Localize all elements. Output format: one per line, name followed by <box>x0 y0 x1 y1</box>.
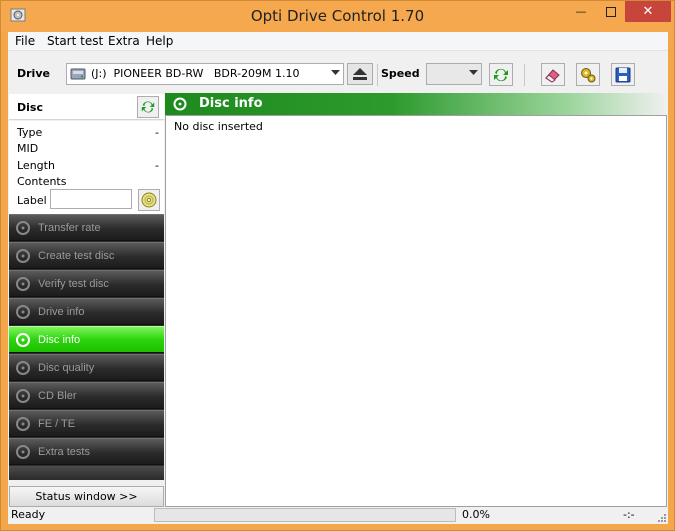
nav-label: Drive info <box>38 305 85 318</box>
settings-gears-icon <box>581 67 596 82</box>
prop-value: - <box>155 126 159 139</box>
disc-test-icon <box>16 416 30 431</box>
prop-type: Type - <box>17 126 159 139</box>
nav-transfer-rate[interactable]: Transfer rate <box>9 214 164 241</box>
prop-value: - <box>155 159 159 172</box>
cd-icon <box>141 192 157 208</box>
nav-list-footer <box>9 466 164 480</box>
content-title: Disc info <box>199 96 263 111</box>
eject-icon <box>353 68 367 80</box>
eraser-icon <box>545 68 560 83</box>
nav-label: FE / TE <box>38 417 76 430</box>
status-window-button[interactable]: Status window >> <box>9 486 164 507</box>
disc-label-button[interactable] <box>138 189 160 211</box>
minimize-icon: — <box>575 5 587 18</box>
client-area: File Start test Extra Help Drive (J:) PI… <box>8 32 668 524</box>
menu-file[interactable]: File <box>15 34 35 48</box>
drive-select-value: (J:) PIONEER BD-RW BDR-209M 1.10 <box>91 67 300 80</box>
disc-panel-title: Disc <box>17 101 43 114</box>
disc-test-icon <box>16 276 30 291</box>
toolbar-separator <box>377 64 378 86</box>
no-disc-message: No disc inserted <box>174 120 263 133</box>
disc-test-icon <box>16 304 30 319</box>
disc-test-icon <box>16 444 30 459</box>
test-nav-list: Transfer rate Create test disc Verify te… <box>9 214 164 480</box>
menu-bar: File Start test Extra Help <box>8 32 668 51</box>
nav-label: Create test disc <box>38 249 115 262</box>
close-button[interactable]: ✕ <box>625 1 671 22</box>
speed-select[interactable] <box>426 63 482 85</box>
disc-test-icon <box>16 360 30 375</box>
prop-label: MID <box>17 142 39 155</box>
nav-disc-info[interactable]: Disc info <box>9 326 164 353</box>
status-text: Ready <box>11 508 46 521</box>
maximize-icon <box>606 6 616 17</box>
menu-extra[interactable]: Extra <box>108 34 140 48</box>
speed-refresh-button[interactable] <box>489 63 513 86</box>
toolbar: Drive (J:) PIONEER BD-RW BDR-209M 1.10 S… <box>8 52 668 92</box>
chevron-down-icon <box>331 70 340 75</box>
menu-start-test[interactable]: Start test <box>47 34 103 48</box>
nav-label: Transfer rate <box>38 221 101 234</box>
eject-button[interactable] <box>347 63 373 85</box>
drive-select[interactable]: (J:) PIONEER BD-RW BDR-209M 1.10 <box>66 63 344 85</box>
save-button[interactable] <box>611 63 635 86</box>
toolbar-separator <box>524 64 525 86</box>
nav-drive-info[interactable]: Drive info <box>9 298 164 325</box>
nav-create-test-disc[interactable]: Create test disc <box>9 242 164 269</box>
nav-label: Disc info <box>38 333 81 346</box>
progress-bar <box>154 508 456 522</box>
nav-label: CD Bler <box>38 389 77 402</box>
prop-label: Type <box>17 126 43 139</box>
elapsed-time: -:- <box>623 508 635 521</box>
disc-test-icon <box>16 388 30 403</box>
drive-icon <box>70 68 86 80</box>
settings-button[interactable] <box>576 63 600 86</box>
resize-grip-icon[interactable] <box>657 513 667 523</box>
refresh-arrows-icon <box>141 101 155 113</box>
content-panel: Disc info No disc inserted <box>165 93 667 507</box>
chevron-down-icon <box>469 70 478 75</box>
disc-info-output: No disc inserted <box>165 115 667 507</box>
nav-extra-tests[interactable]: Extra tests <box>9 438 164 465</box>
nav-cd-bler[interactable]: CD Bler <box>9 382 164 409</box>
nav-verify-test-disc[interactable]: Verify test disc <box>9 270 164 297</box>
refresh-arrows-icon <box>494 68 508 81</box>
disc-test-icon <box>16 248 30 263</box>
disc-properties: Type - MID Length - Contents Label <box>9 121 164 214</box>
menu-help[interactable]: Help <box>146 34 173 48</box>
progress-text: 0.0% <box>462 508 490 521</box>
drive-label: Drive <box>17 67 50 80</box>
app-window: Opti Drive Control 1.70 — ✕ File Start t… <box>0 0 675 531</box>
sidebar: Disc Type - MID Length - Contents Label … <box>8 92 165 507</box>
erase-button[interactable] <box>541 63 565 86</box>
nav-disc-quality[interactable]: Disc quality <box>9 354 164 381</box>
disc-panel-header: Disc <box>9 94 164 120</box>
maximize-button[interactable] <box>596 1 626 22</box>
content-header: Disc info <box>165 93 667 115</box>
nav-label: Extra tests <box>38 445 90 458</box>
speed-label: Speed <box>381 67 420 80</box>
close-icon: ✕ <box>642 4 654 19</box>
minimize-button[interactable]: — <box>566 1 596 22</box>
prop-contents: Contents <box>17 175 159 188</box>
prop-length: Length - <box>17 159 159 172</box>
status-bar: Ready 0.0% -:- <box>8 506 668 524</box>
nav-label: Disc quality <box>38 361 95 374</box>
prop-label: Length <box>17 159 55 172</box>
disc-info-icon <box>173 97 187 111</box>
title-bar[interactable]: Opti Drive Control 1.70 — ✕ <box>1 1 674 32</box>
disc-refresh-button[interactable] <box>137 96 159 118</box>
nav-label: Verify test disc <box>38 277 109 290</box>
label-input[interactable] <box>50 189 132 209</box>
save-floppy-icon <box>615 67 631 82</box>
prop-mid: MID <box>17 142 159 155</box>
prop-label: Contents <box>17 175 67 188</box>
disc-test-icon <box>16 332 30 347</box>
nav-fe-te[interactable]: FE / TE <box>9 410 164 437</box>
disc-test-icon <box>16 220 30 235</box>
